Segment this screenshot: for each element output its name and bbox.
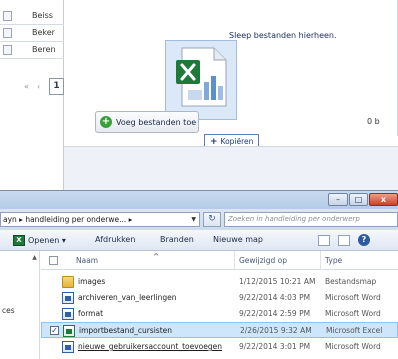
file-row[interactable]: format 9/22/2014 2:59 PM Microsoft Word [41,306,398,322]
view-controls: ? [318,234,370,246]
word-document-icon [62,292,74,304]
new-folder-button[interactable]: Nieuwe map [213,235,263,244]
burn-button[interactable]: Branden [160,235,194,244]
list-row[interactable]: Beker [0,25,64,42]
row-checkbox-checked[interactable]: ✓ [50,326,59,335]
file-name: format [78,309,104,318]
page-background-band [64,146,398,190]
column-header-type[interactable]: Type [325,256,342,265]
pagination: « ‹ 1 [0,76,64,98]
file-modified: 9/22/2014 4:03 PM [239,293,311,302]
close-button[interactable]: x [369,193,398,206]
plus-icon: + [100,116,112,128]
navigation-pane: ▲ ces [0,251,40,359]
scroll-up-icon[interactable]: ▲ [30,254,39,263]
add-files-label: Voeg bestanden toe [116,117,197,127]
minimize-button[interactable]: – [328,193,348,206]
window-titlebar[interactable]: – □ x [0,191,398,209]
file-list-header: Naam ^ Gewijzigd op Type [41,251,398,270]
word-document-icon [62,308,74,320]
column-divider[interactable] [234,251,235,270]
file-name: importbestand_cursisten [79,326,173,335]
row-checkbox[interactable] [3,11,12,21]
maximize-button[interactable]: □ [349,193,368,206]
previous-page-icon[interactable]: ‹ [37,82,40,91]
file-list: Naam ^ Gewijzigd op Type images 1/12/201… [41,251,398,359]
record-list-strip: Beiss Beker Beren « ‹ 1 [0,0,64,190]
row-label: Beker [32,28,55,37]
row-label: Beren [32,45,56,54]
row-checkbox[interactable] [3,28,12,38]
file-type: Microsoft Excel [326,326,383,335]
file-modified: 9/22/2014 3:01 PM [239,342,311,351]
preview-pane-icon[interactable] [338,234,350,246]
file-name: archiveren_van_leerlingen [78,293,177,302]
file-row[interactable]: nieuwe_gebruikersaccount_toevoegen 9/22/… [41,339,398,355]
chevron-down-icon[interactable]: ▼ [191,213,196,226]
folder-icon [62,276,74,288]
column-header-name[interactable]: Naam [76,256,98,265]
view-options-icon[interactable] [318,234,330,246]
file-name: images [78,277,106,286]
file-modified: 2/26/2015 9:32 AM [240,326,312,335]
column-divider[interactable] [320,251,321,270]
excel-document-icon [63,325,75,337]
nav-item[interactable]: ces [2,306,15,315]
search-input[interactable]: Zoeken in handleiding per onderwerp [224,212,398,227]
file-row-selected[interactable]: ✓ importbestand_cursisten 2/26/2015 9:32… [41,322,398,338]
current-page[interactable]: 1 [49,78,64,95]
breadcrumb[interactable]: ayn ▸ handleiding per onderwe... ▸ [3,215,132,224]
file-type: Bestandsmap [325,277,377,286]
address-bar-row: ayn ▸ handleiding per onderwe... ▸ ▼ ↻ Z… [0,209,398,230]
column-header-modified[interactable]: Gewijzigd op [239,256,287,265]
sort-indicator-icon: ^ [153,252,160,261]
select-all-checkbox[interactable] [49,256,58,265]
file-modified: 1/12/2015 10:21 AM [239,277,316,286]
refresh-icon[interactable]: ↻ [203,212,221,227]
file-row[interactable]: archiveren_van_leerlingen 9/22/2014 4:03… [41,290,398,306]
excel-icon: X [13,235,25,246]
drop-hint: Sleep bestanden hierheen. [229,31,337,40]
list-row[interactable]: Beren [0,42,64,59]
add-files-button[interactable]: + Voeg bestanden toe [95,111,199,133]
excel-file-icon [176,47,227,107]
command-bar: X Openen ▾ Afdrukken Branden Nieuwe map … [0,230,398,251]
upload-page: Beiss Beker Beren « ‹ 1 Sleep bestanden … [0,0,398,190]
open-button[interactable]: X Openen ▾ [13,235,66,246]
row-checkbox[interactable] [3,45,12,55]
help-icon[interactable]: ? [358,234,370,246]
list-row[interactable]: Beiss [0,8,64,25]
file-modified: 9/22/2014 2:59 PM [239,309,311,318]
file-name: nieuwe_gebruikersaccount_toevoegen [78,342,222,351]
copy-tooltip-label: Kopiëren [220,137,254,146]
plus-icon: + [210,136,218,147]
file-row[interactable]: images 1/12/2015 10:21 AM Bestandsmap [41,274,398,290]
word-document-icon [62,341,74,353]
row-label: Beiss [32,11,53,20]
file-type: Microsoft Word [325,342,381,351]
upload-toolbar: + Voeg bestanden toe + Kopiëren 0 b [83,104,398,149]
file-type: Microsoft Word [325,293,381,302]
total-size: 0 b [367,117,380,126]
open-label: Openen ▾ [28,236,66,245]
file-type: Microsoft Word [325,309,381,318]
address-bar[interactable]: ayn ▸ handleiding per onderwe... ▸ ▼ [0,212,200,227]
first-page-icon[interactable]: « [24,82,29,91]
file-explorer-window: – □ x ayn ▸ handleiding per onderwe... ▸… [0,190,398,359]
print-button[interactable]: Afdrukken [95,235,135,244]
